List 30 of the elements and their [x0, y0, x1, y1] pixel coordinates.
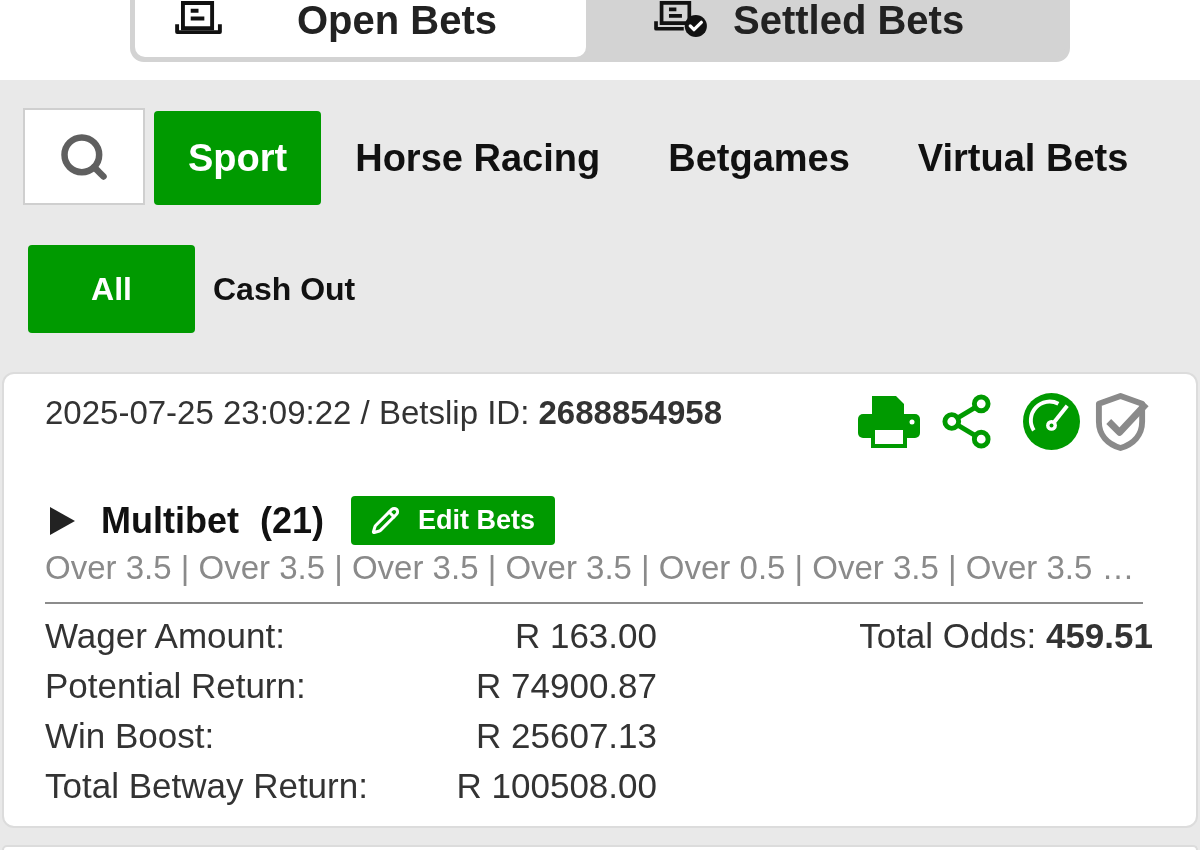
- summary-value: R 100508.00: [456, 764, 657, 807]
- filter-tab[interactable]: Cash Out: [195, 245, 374, 333]
- summary-value: R 163.00: [514, 614, 657, 657]
- expand-triangle-icon[interactable]: [50, 506, 75, 535]
- selections-summary: Over 3.5 | Over 3.5 | Over 3.5 | Over 3.5 | Over 0.5 | Over 3.5 | Over 3.5 …: [45, 549, 1136, 587]
- summary-label: Total Betway Return:: [45, 764, 368, 807]
- search-button[interactable]: [23, 108, 145, 205]
- summary-label: Win Boost:: [45, 714, 215, 757]
- category-tab[interactable]: Horse Racing: [321, 111, 635, 205]
- category-tab[interactable]: Virtual Bets: [883, 111, 1163, 205]
- share-icon[interactable]: [940, 394, 993, 449]
- leg-count: (21): [260, 498, 324, 543]
- receipt-check-icon: [654, 1, 708, 38]
- gauge-icon[interactable]: [1023, 393, 1080, 450]
- receipt-icon: [175, 1, 222, 36]
- summary-label: Potential Return:: [45, 664, 306, 707]
- category-tab[interactable]: Sport: [154, 111, 322, 205]
- total-odds: Total Odds: 459.51: [859, 615, 1153, 657]
- edit-bets-button[interactable]: Edit Bets: [351, 496, 556, 545]
- category-tab[interactable]: Betgames: [634, 111, 884, 205]
- pencil-icon: [371, 506, 400, 535]
- summary-label: Wager Amount:: [45, 614, 285, 657]
- printer-icon[interactable]: [858, 395, 920, 448]
- bet-timestamp-and-id: 2025-07-25 23:09:22 / Betslip ID: 2688854958: [45, 394, 723, 432]
- shield-check-icon[interactable]: [1093, 392, 1150, 451]
- filter-tab[interactable]: All: [28, 245, 195, 333]
- bet-type-title: Multibet: [101, 498, 239, 543]
- bet-type-tab[interactable]: Open Bets: [135, 0, 586, 57]
- summary-value: R 25607.13: [476, 714, 657, 757]
- summary-value: R 74900.87: [476, 664, 657, 707]
